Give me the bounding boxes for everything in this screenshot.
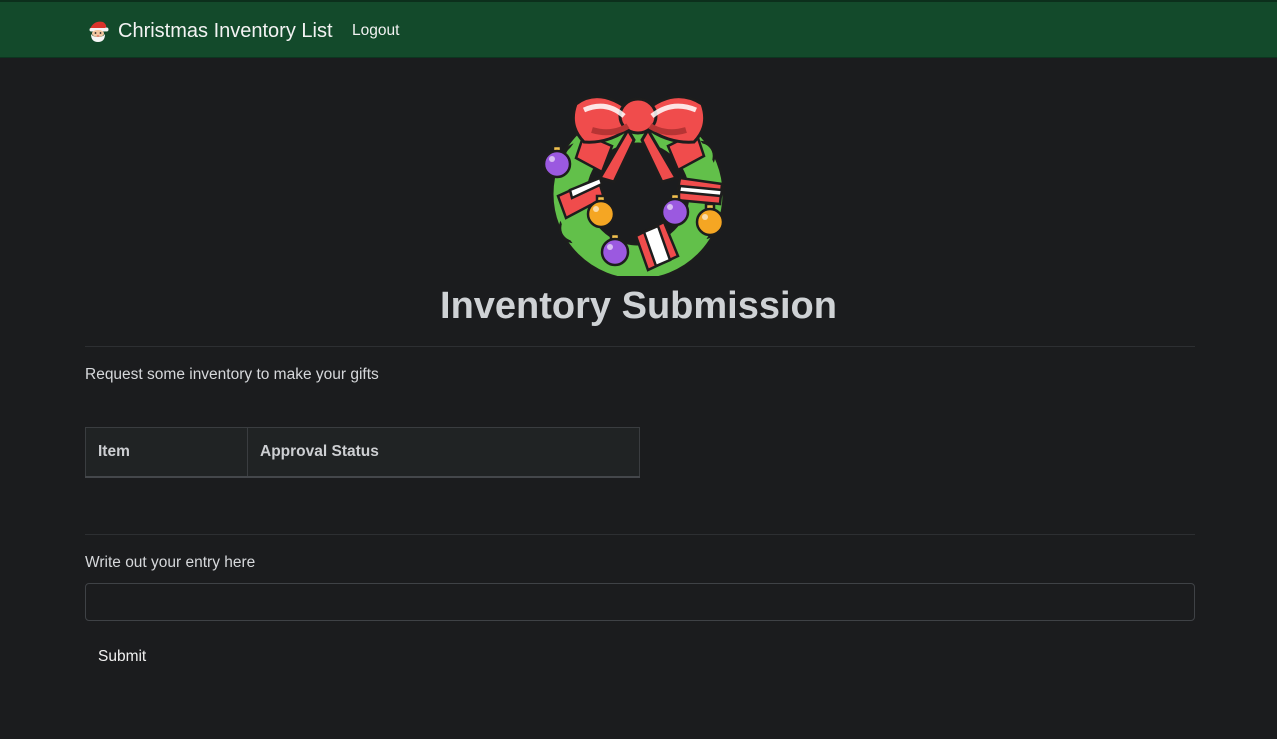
logout-link[interactable]: Logout: [352, 22, 399, 40]
entry-label: Write out your entry here: [85, 554, 256, 571]
entry-input[interactable]: [85, 583, 1195, 621]
column-header-approval-status: Approval Status: [247, 427, 640, 478]
brand-label: Christmas Inventory List: [118, 19, 333, 42]
submit-button[interactable]: Submit: [85, 640, 159, 674]
page-title: Inventory Submission: [440, 285, 837, 327]
inventory-table: Item Approval Status: [85, 427, 640, 478]
divider: [85, 534, 1195, 535]
santa-emoji-icon: [86, 19, 110, 43]
brand-link[interactable]: Christmas Inventory List: [86, 16, 333, 46]
column-header-item: Item: [85, 427, 248, 478]
top-navbar: Christmas Inventory List Logout: [0, 0, 1277, 58]
intro-text: Request some inventory to make your gift…: [85, 366, 379, 383]
table-header-row: Item Approval Status: [85, 427, 640, 478]
christmas-wreath-icon: [540, 86, 736, 281]
divider: [85, 346, 1195, 347]
